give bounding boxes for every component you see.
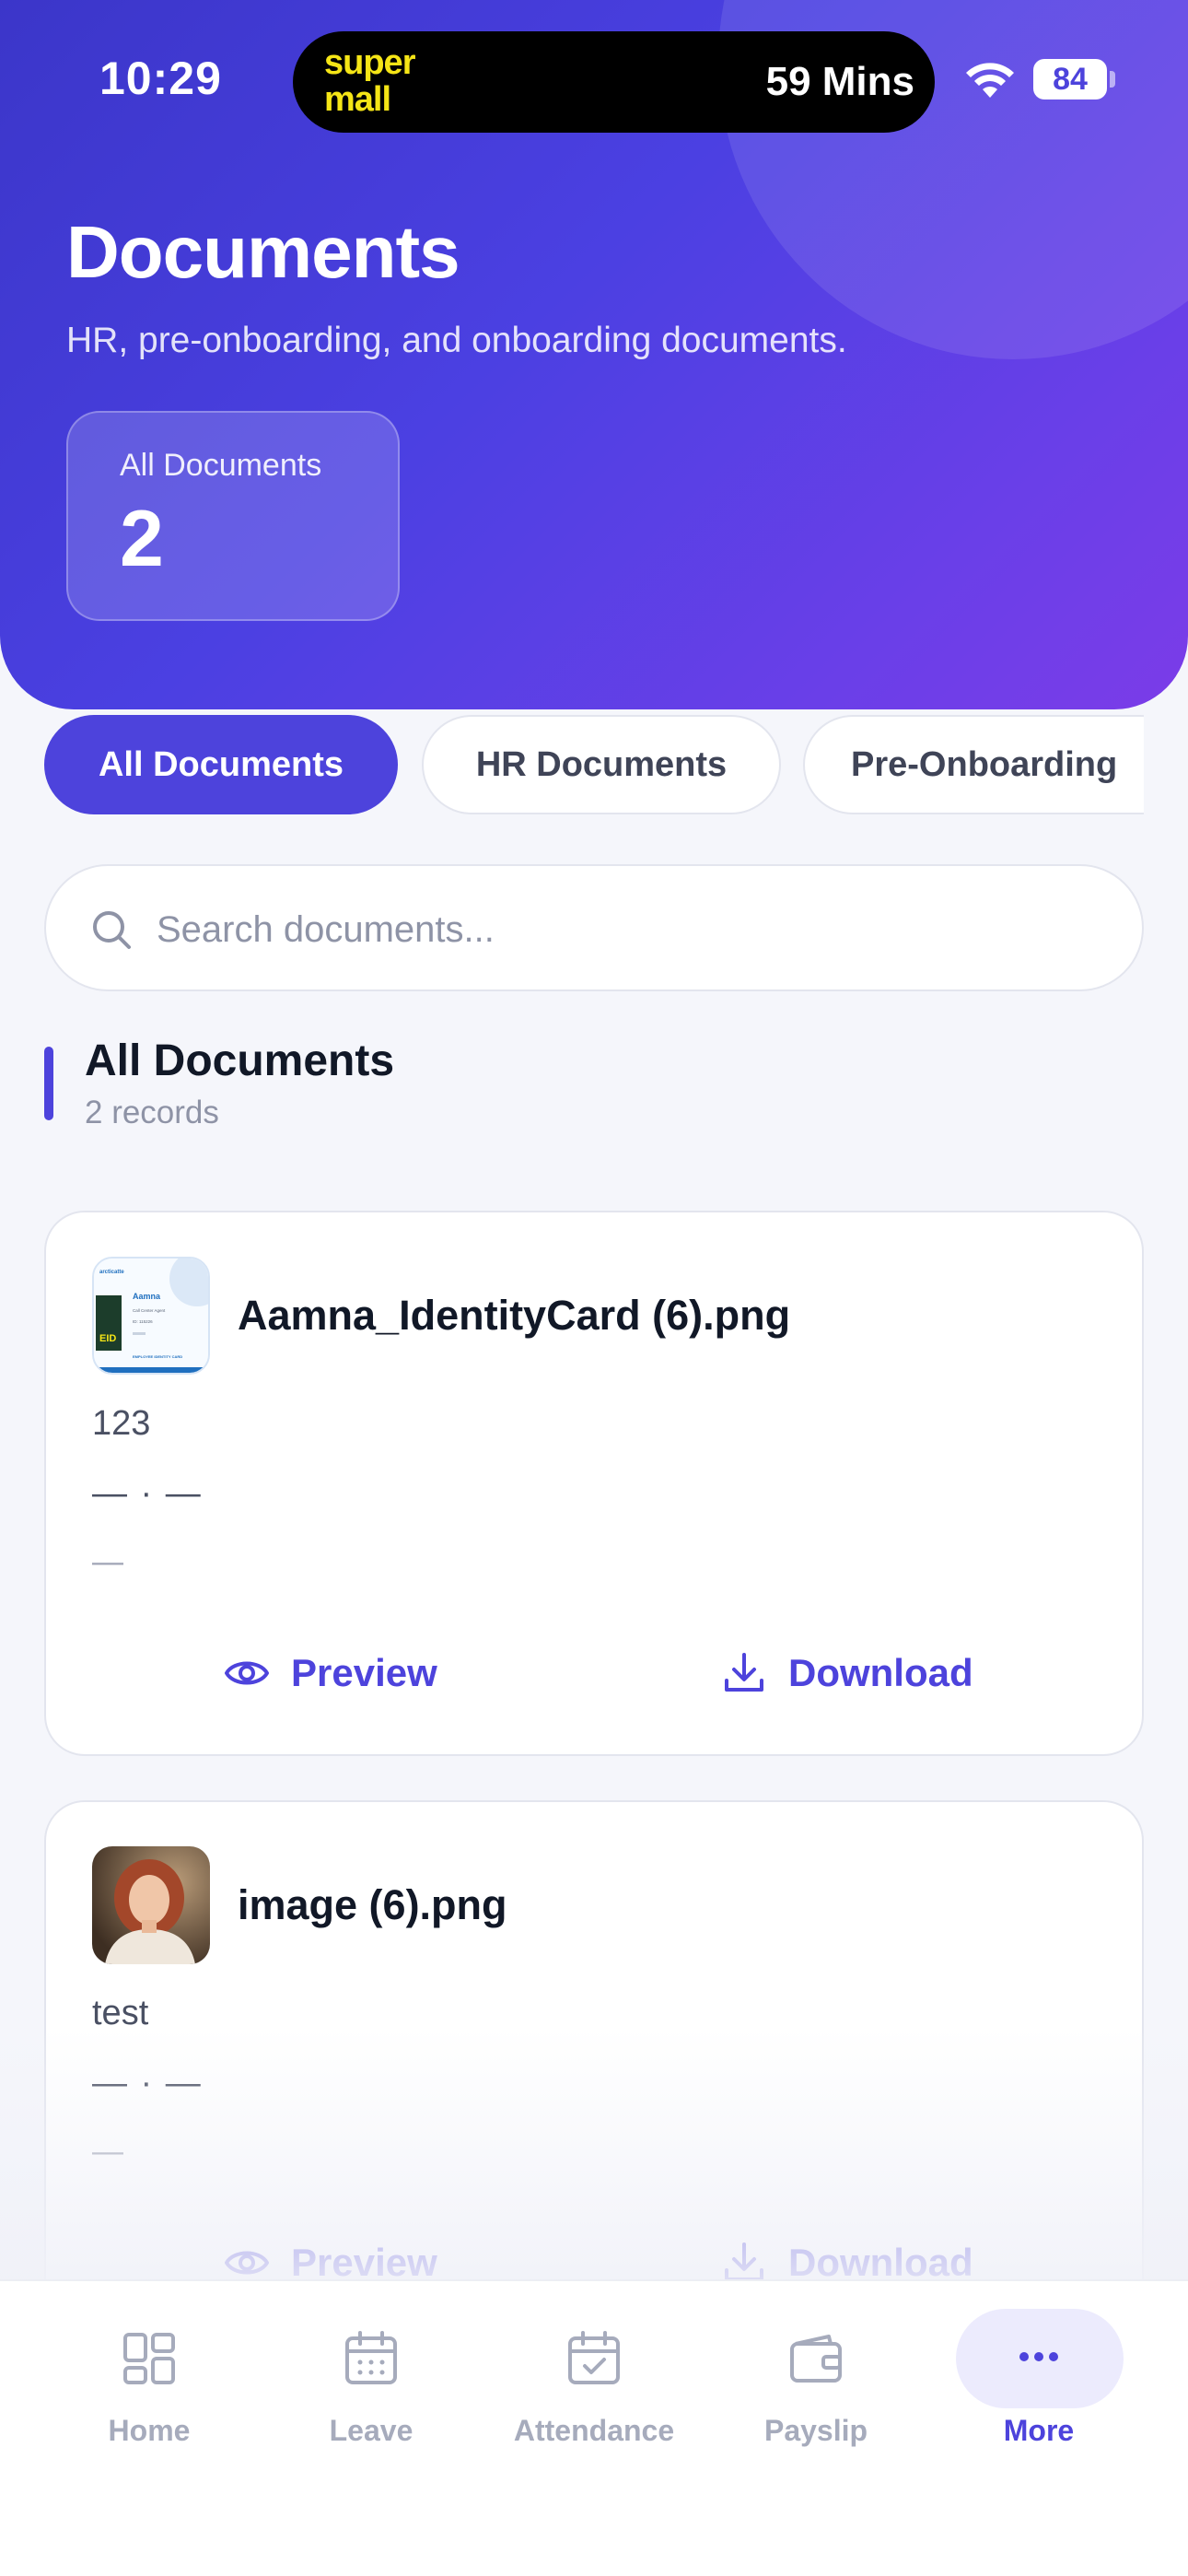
id-card-image: arcticatte EID Aamna Call Center Agent I… xyxy=(94,1259,208,1373)
filter-chip-pre-onboarding[interactable]: Pre-Onboarding xyxy=(803,715,1144,814)
battery-tip xyxy=(1110,71,1115,88)
stat-label: All Documents xyxy=(120,448,322,483)
calendar-icon xyxy=(345,2331,397,2384)
header-banner: 10:29 super mall 59 Mins 84 Documents HR… xyxy=(0,0,1188,709)
wifi-icon xyxy=(966,63,1014,98)
page-subtitle: HR, pre-onboarding, and onboarding docum… xyxy=(66,321,847,360)
search-icon xyxy=(93,911,131,949)
section-accent-bar xyxy=(44,1047,53,1120)
tab-leave[interactable]: Leave xyxy=(270,2307,472,2473)
download-label: Download xyxy=(788,1651,973,1694)
download-icon xyxy=(725,1653,763,1692)
dynamic-island[interactable]: super mall 59 Mins xyxy=(293,31,935,133)
tab-attendance[interactable]: Attendance xyxy=(493,2307,695,2473)
id-card-person: Aamna xyxy=(133,1292,161,1301)
calendar-check-icon xyxy=(568,2331,620,2384)
tab-more-label: More xyxy=(1003,2414,1075,2447)
id-card-footer: EMPLOYEE IDENTITY CARD xyxy=(133,1354,182,1359)
portrait-image xyxy=(92,1846,210,1964)
tab-attendance-label: Attendance xyxy=(513,2414,675,2447)
section-title: All Documents xyxy=(85,1036,395,1085)
wallet-icon xyxy=(790,2335,842,2383)
download-label: Download xyxy=(788,2241,973,2284)
filter-chips: All Documents HR Documents Pre-Onboardin… xyxy=(44,715,1144,814)
tab-home-label: Home xyxy=(108,2414,191,2447)
search-input[interactable] xyxy=(157,894,1114,966)
id-card-brand: arcticatte xyxy=(99,1270,124,1275)
document-meta: — · — xyxy=(92,1474,203,1513)
filter-chip-hr-documents[interactable]: HR Documents xyxy=(422,715,781,814)
preview-button[interactable]: Preview xyxy=(223,1636,437,1710)
battery-indicator: 84 xyxy=(1033,59,1107,100)
tab-more[interactable]: More xyxy=(938,2307,1140,2473)
all-documents-stat-card: All Documents 2 xyxy=(66,411,400,621)
photo-thumbnail[interactable] xyxy=(92,1846,210,1964)
document-name: image (6).png xyxy=(238,1881,507,1928)
identity-card-thumbnail[interactable]: arcticatte EID Aamna Call Center Agent I… xyxy=(92,1257,210,1375)
document-description: test xyxy=(92,1994,149,2032)
document-card[interactable]: image (6).png test — · — — Preview Downl… xyxy=(44,1800,1144,2346)
island-timer: 59 Mins xyxy=(765,59,914,104)
preview-label: Preview xyxy=(291,1651,437,1694)
document-card[interactable]: arcticatte EID Aamna Call Center Agent I… xyxy=(44,1211,1144,1756)
document-name: Aamna_IdentityCard (6).png xyxy=(238,1292,791,1339)
tab-leave-label: Leave xyxy=(329,2414,413,2447)
eye-icon xyxy=(225,1661,269,1685)
document-meta-secondary: — xyxy=(92,1544,123,1579)
tab-payslip-label: Payslip xyxy=(763,2414,868,2447)
document-description: 123 xyxy=(92,1404,151,1443)
page-title: Documents xyxy=(66,211,460,293)
tab-home[interactable]: Home xyxy=(48,2307,250,2473)
id-card-id: ID: 115226 xyxy=(133,1319,153,1324)
document-meta: — · — xyxy=(92,2064,203,2102)
tab-payslip[interactable]: Payslip xyxy=(715,2307,917,2473)
search-bar[interactable] xyxy=(44,864,1144,991)
download-button[interactable]: Download xyxy=(720,1636,973,1710)
document-meta-secondary: — xyxy=(92,2134,123,2169)
id-card-role: Call Center Agent xyxy=(133,1308,166,1313)
section-record-count: 2 records xyxy=(85,1095,219,1130)
filter-chip-all-documents[interactable]: All Documents xyxy=(44,715,398,814)
preview-label: Preview xyxy=(291,2241,437,2284)
bottom-tab-bar: Home Leave Attendance Payslip More xyxy=(0,2279,1188,2576)
island-logo: super mall xyxy=(324,43,415,119)
more-icon xyxy=(1019,2352,1058,2361)
status-time: 10:29 xyxy=(99,53,222,104)
grid-icon xyxy=(123,2333,175,2384)
id-card-badge: EID xyxy=(99,1333,116,1344)
stat-value: 2 xyxy=(120,495,164,583)
